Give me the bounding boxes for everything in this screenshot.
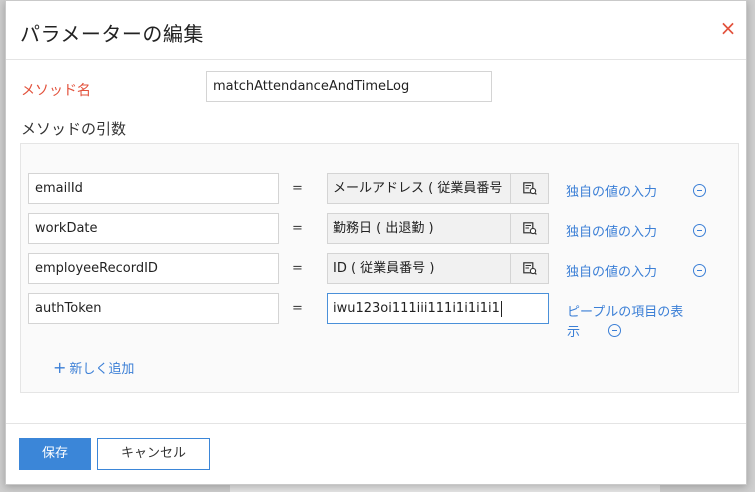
argument-value-text: iwu123oi111iii111i1i1i1i1 — [333, 294, 543, 323]
argument-value-text: メールアドレス ( 従業員番号 — [333, 181, 503, 196]
field-picker-button[interactable] — [510, 174, 548, 203]
cancel-button[interactable]: キャンセル — [97, 438, 210, 470]
field-picker-icon — [522, 262, 537, 275]
custom-value-link-emailid[interactable]: 独自の値の入力 — [566, 181, 657, 200]
save-button[interactable]: 保存 — [19, 438, 91, 470]
field-picker-icon — [522, 222, 537, 235]
show-people-fields-link-continued[interactable]: 示 — [567, 321, 580, 340]
field-picker-button[interactable] — [510, 254, 548, 283]
argument-value-authtoken-input[interactable]: iwu123oi111iii111i1i1i1i1 — [327, 293, 549, 324]
argument-name-employeerecordid[interactable]: employeeRecordID — [28, 253, 279, 284]
method-name-input[interactable]: matchAttendanceAndTimeLog — [206, 71, 492, 102]
argument-value-workdate[interactable]: 勤務日 ( 出退勤 ) — [327, 213, 549, 244]
add-new-label: 新しく追加 — [69, 362, 135, 377]
argument-value-text: ID ( 従業員番号 ) — [333, 261, 435, 276]
argument-name-emailid[interactable]: emailId — [28, 173, 279, 204]
equals-sign: = — [292, 221, 303, 236]
equals-sign: = — [292, 301, 303, 316]
text-cursor — [500, 300, 502, 317]
header-divider — [6, 59, 746, 60]
method-name-label: メソッド名 — [21, 83, 91, 99]
remove-row-icon[interactable] — [693, 224, 706, 237]
custom-value-link-workdate[interactable]: 独自の値の入力 — [566, 221, 657, 240]
edit-parameters-dialog: パラメーターの編集 × メソッド名 matchAttendanceAndTime… — [5, 0, 747, 485]
custom-value-link-employeerecordid[interactable]: 独自の値の入力 — [566, 261, 657, 280]
equals-sign: = — [292, 181, 303, 196]
equals-sign: = — [292, 261, 303, 276]
remove-row-icon[interactable] — [693, 264, 706, 277]
field-picker-button[interactable] — [510, 214, 548, 243]
add-new-argument-link[interactable]: + 新しく追加 — [53, 358, 134, 377]
plus-icon: + — [53, 358, 67, 377]
argument-value-employeerecordid[interactable]: ID ( 従業員番号 ) — [327, 253, 549, 284]
show-people-fields-link[interactable]: ピープルの項目の表 — [567, 301, 683, 320]
argument-name-workdate[interactable]: workDate — [28, 213, 279, 244]
field-picker-icon — [522, 182, 537, 195]
remove-row-icon[interactable] — [608, 324, 621, 337]
footer-divider — [6, 423, 746, 424]
close-icon[interactable]: × — [718, 17, 738, 39]
argument-value-text: 勤務日 ( 出退勤 ) — [333, 221, 434, 236]
argument-value-emailid[interactable]: メールアドレス ( 従業員番号 — [327, 173, 549, 204]
argument-name-authtoken[interactable]: authToken — [28, 293, 279, 324]
dialog-title: パラメーターの編集 — [20, 22, 204, 46]
method-arguments-heading: メソッドの引数 — [21, 120, 127, 138]
remove-row-icon[interactable] — [693, 184, 706, 197]
typed-value: iwu123oi111iii111i1i1i1i1 — [333, 301, 500, 316]
